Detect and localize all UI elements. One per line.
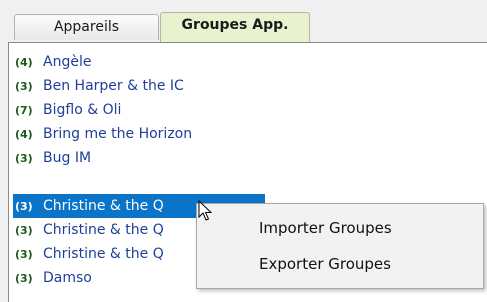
item-name: Damso [43, 270, 92, 286]
item-count: (4) [15, 128, 33, 141]
item-name: Angèle [43, 54, 92, 70]
item-count: (4) [15, 56, 33, 69]
list-item[interactable]: (4) Angèle [15, 50, 275, 74]
menu-item-exporter-groupes[interactable]: Exporter Groupes [197, 247, 483, 281]
list-item[interactable]: (7) Bigflo & Oli [15, 98, 275, 122]
tab-groupes-app[interactable]: Groupes App. [160, 12, 310, 42]
menu-item-importer-groupes[interactable]: Importer Groupes [197, 211, 483, 245]
context-menu: Importer Groupes Exporter Groupes [196, 203, 484, 289]
tab-bar: Appareils Groupes App. [0, 0, 487, 44]
item-name: Christine & the Q [43, 222, 164, 238]
list-item[interactable]: (3) Ben Harper & the IC [15, 74, 275, 98]
item-name: Christine & the Q [43, 198, 164, 214]
list-item[interactable]: (3) Bug IM [15, 146, 275, 170]
item-count: (3) [15, 272, 33, 285]
mouse-pointer-icon [198, 200, 212, 221]
item-name: Bring me the Horizon [43, 126, 193, 142]
item-count: (3) [15, 80, 33, 93]
item-count: (3) [15, 248, 33, 261]
list-item[interactable]: (4) Bring me the Horizon [15, 122, 275, 146]
item-count: (3) [15, 224, 33, 237]
item-count: (3) [15, 152, 33, 165]
item-name: Bigflo & Oli [43, 102, 122, 118]
item-name: Ben Harper & the IC [43, 78, 184, 94]
item-count: (7) [15, 104, 33, 117]
tab-appareils[interactable]: Appareils [14, 14, 159, 40]
item-name: Christine & the Q [43, 246, 164, 262]
item-count: (3) [15, 200, 33, 213]
item-name: Bug IM [43, 150, 92, 166]
